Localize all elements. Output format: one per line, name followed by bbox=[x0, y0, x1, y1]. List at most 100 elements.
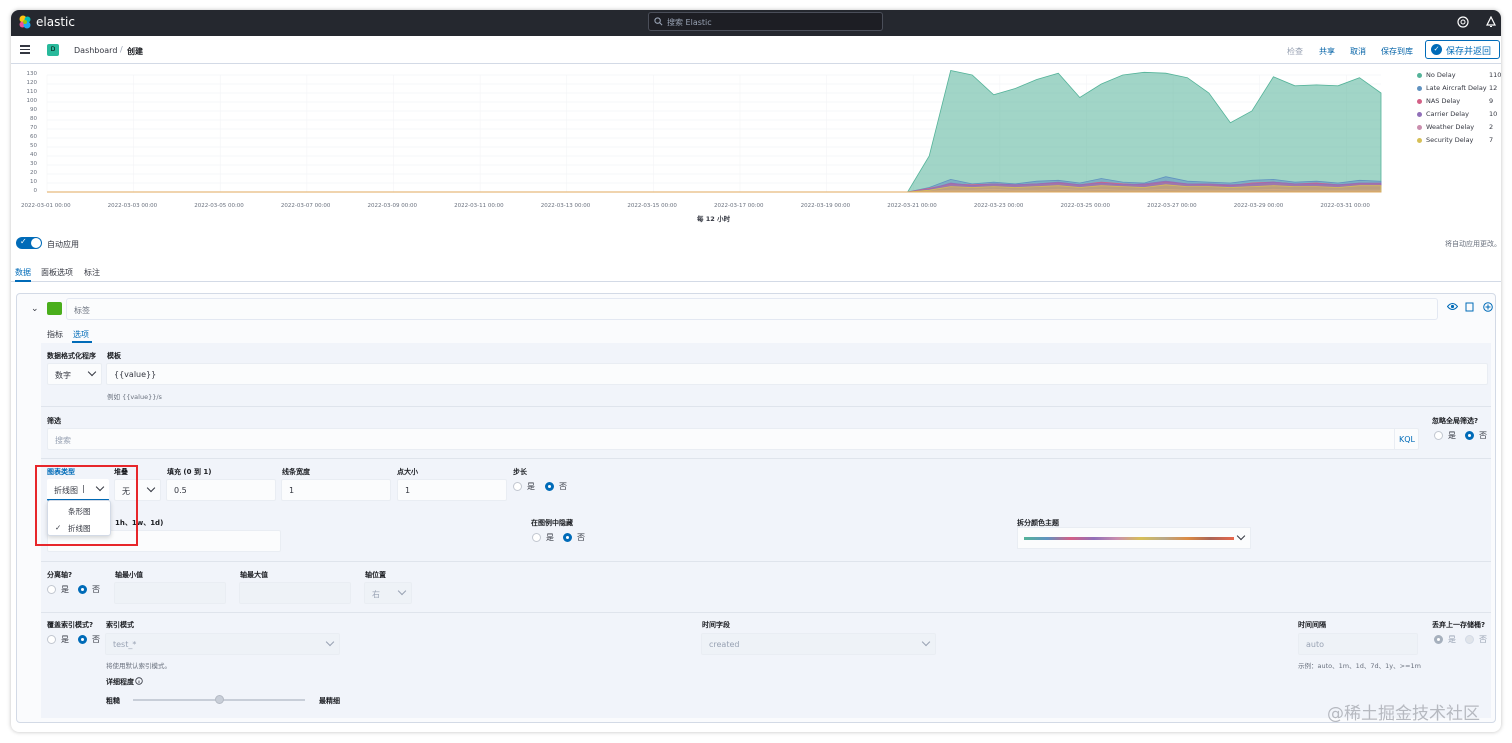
inspect-link[interactable]: 检查 bbox=[1287, 46, 1303, 57]
coarse-label: 粗糙 bbox=[106, 697, 120, 705]
x-axis-title: 每 12 小时 bbox=[697, 215, 731, 223]
filter-input[interactable]: 搜索 KQL bbox=[47, 428, 1419, 450]
axis-position-select[interactable]: 右 bbox=[364, 582, 412, 604]
axis-max-input[interactable] bbox=[239, 582, 351, 604]
check-icon: ✓ bbox=[20, 237, 27, 246]
clone-icon[interactable] bbox=[1465, 302, 1474, 312]
cancel-link[interactable]: 取消 bbox=[1350, 46, 1366, 57]
save-and-return-button[interactable]: ✓ 保存并返回 bbox=[1425, 40, 1500, 59]
subtab-metrics[interactable]: 指标 bbox=[47, 329, 63, 340]
y-tick-label: 70 bbox=[30, 125, 37, 131]
palette-preview bbox=[1024, 537, 1234, 540]
interval-input[interactable]: auto bbox=[1298, 633, 1418, 655]
save-to-library-link[interactable]: 保存到库 bbox=[1381, 46, 1413, 57]
elastic-logo-icon[interactable] bbox=[18, 15, 32, 29]
hamburger-menu-icon[interactable] bbox=[20, 45, 30, 54]
space-avatar[interactable]: D bbox=[47, 44, 59, 56]
y-tick-label: 100 bbox=[26, 98, 38, 104]
add-icon[interactable] bbox=[1483, 302, 1493, 312]
annotation-highlight-box bbox=[35, 465, 138, 546]
detail-level-slider[interactable] bbox=[133, 695, 305, 704]
series-label-input[interactable]: 标签 bbox=[66, 298, 1438, 320]
legend-item[interactable]: No Delay bbox=[1417, 71, 1456, 79]
subtab-options[interactable]: 选项 bbox=[73, 329, 89, 340]
tab-annotations[interactable]: 标注 bbox=[84, 267, 100, 278]
legend-item[interactable]: NAS Delay bbox=[1417, 97, 1460, 105]
x-tick-label: 2022-03-25 00:00 bbox=[1060, 203, 1111, 209]
y-tick-label: 20 bbox=[30, 170, 37, 176]
formatter-value: 数字 bbox=[55, 371, 71, 380]
x-tick-label: 2022-03-17 00:00 bbox=[713, 203, 764, 209]
collapse-chevron-icon[interactable]: ⌄ bbox=[31, 304, 39, 314]
legend-value: 110 bbox=[1489, 71, 1501, 79]
newsfeed-icon[interactable] bbox=[1485, 16, 1497, 28]
tab-data[interactable]: 数据 bbox=[15, 267, 31, 282]
checkmark-icon: ✓ bbox=[1431, 44, 1442, 55]
override-index-no-radio[interactable]: 否 bbox=[78, 634, 100, 645]
steps-no-radio[interactable]: 否 bbox=[545, 481, 567, 492]
chevron-down-icon bbox=[87, 367, 97, 377]
slider-thumb[interactable] bbox=[215, 695, 224, 704]
help-icon[interactable] bbox=[1457, 16, 1469, 28]
time-field-select[interactable]: created bbox=[701, 633, 936, 655]
hide-legend-yes-radio[interactable]: 是 bbox=[532, 532, 554, 543]
radio-label: 否 bbox=[1479, 431, 1487, 440]
legend-item[interactable]: Carrier Delay bbox=[1417, 110, 1469, 118]
index-pattern-input[interactable]: test_* bbox=[105, 633, 340, 655]
radio-label: 是 bbox=[1448, 431, 1456, 440]
kql-button[interactable]: KQL bbox=[1394, 429, 1418, 449]
x-tick-label: 2022-03-31 00:00 bbox=[1320, 203, 1370, 209]
series-color-swatch[interactable] bbox=[47, 302, 62, 315]
brand-name[interactable]: elastic bbox=[36, 15, 75, 29]
y-tick-label: 30 bbox=[30, 161, 37, 167]
point-size-input[interactable]: 1 bbox=[397, 479, 507, 501]
auto-apply-toggle[interactable]: ✓ bbox=[16, 237, 42, 249]
separate-axis-yes-radio[interactable]: 是 bbox=[47, 584, 69, 595]
ignore-global-yes-radio[interactable]: 是 bbox=[1434, 430, 1456, 441]
hide-legend-no-radio[interactable]: 否 bbox=[563, 532, 585, 543]
series-area[interactable] bbox=[47, 184, 1382, 193]
legend-label: Carrier Delay bbox=[1426, 110, 1469, 118]
separate-axis-no-radio[interactable]: 否 bbox=[78, 584, 100, 595]
x-tick-label: 2022-03-07 00:00 bbox=[280, 203, 331, 209]
y-tick-label: 0 bbox=[33, 188, 38, 194]
legend-value: 7 bbox=[1489, 136, 1494, 144]
y-tick-label: 110 bbox=[26, 89, 38, 95]
fill-value: 0.5 bbox=[174, 486, 187, 495]
point-size-value: 1 bbox=[405, 486, 411, 495]
share-link[interactable]: 共享 bbox=[1319, 46, 1335, 57]
chart-plot-area[interactable] bbox=[11, 65, 1411, 205]
line-width-value: 1 bbox=[289, 486, 295, 495]
template-help: 例如 {{value}}/s bbox=[107, 393, 162, 401]
radio-label: 是 bbox=[546, 533, 554, 542]
eye-icon[interactable] bbox=[1447, 302, 1458, 311]
formatter-select[interactable]: 数字 bbox=[47, 363, 102, 385]
line-width-input[interactable]: 1 bbox=[281, 479, 391, 501]
fill-input[interactable]: 0.5 bbox=[166, 479, 276, 501]
ignore-global-no-radio[interactable]: 否 bbox=[1465, 430, 1487, 441]
search-icon bbox=[654, 17, 663, 26]
override-index-yes-radio[interactable]: 是 bbox=[47, 634, 69, 645]
template-input[interactable]: {{value}} bbox=[106, 363, 1488, 385]
drop-last-yes-radio[interactable]: 是 bbox=[1434, 634, 1456, 645]
legend-value: 2 bbox=[1489, 123, 1494, 131]
legend-label: NAS Delay bbox=[1426, 97, 1461, 105]
breadcrumb-dashboard[interactable]: Dashboard bbox=[74, 46, 117, 55]
legend-item[interactable]: Weather Delay bbox=[1417, 123, 1474, 131]
radio-label: 否 bbox=[577, 533, 585, 542]
legend-item[interactable]: Late Aircraft Delay bbox=[1417, 84, 1487, 92]
override-index-label: 覆盖索引模式? bbox=[47, 621, 94, 629]
axis-min-input[interactable] bbox=[114, 582, 226, 604]
x-tick-label: 2022-03-01 00:00 bbox=[21, 203, 71, 209]
y-tick-label: 60 bbox=[30, 134, 37, 140]
legend-item[interactable]: Security Delay bbox=[1417, 136, 1473, 144]
tab-panel-options[interactable]: 面板选项 bbox=[41, 267, 73, 278]
x-tick-label: 2022-03-05 00:00 bbox=[194, 203, 244, 209]
axis-position-label: 轴位置 bbox=[365, 571, 386, 579]
index-pattern-help: 将使用默认索引模式。 bbox=[106, 662, 171, 670]
steps-yes-radio[interactable]: 是 bbox=[513, 481, 535, 492]
global-search-input[interactable]: 搜索 Elastic bbox=[648, 12, 883, 31]
split-color-palette-select[interactable] bbox=[1017, 527, 1251, 549]
x-tick-label: 2022-03-19 00:00 bbox=[800, 203, 851, 209]
drop-last-no-radio[interactable]: 否 bbox=[1465, 634, 1487, 645]
